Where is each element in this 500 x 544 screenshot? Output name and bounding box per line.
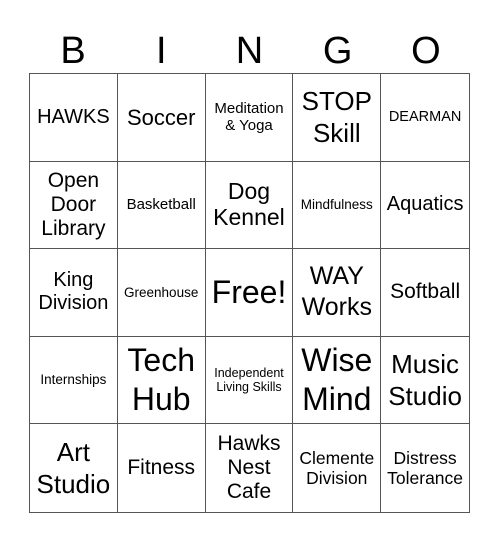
- free-space-cell[interactable]: Free!: [205, 249, 294, 337]
- bingo-cell[interactable]: Art Studio: [30, 424, 118, 512]
- header-letter-o: O: [411, 30, 441, 72]
- bingo-cell[interactable]: King Division: [30, 249, 118, 337]
- header-letter-b: B: [60, 30, 86, 72]
- bingo-cell[interactable]: Soccer: [117, 74, 206, 162]
- bingo-cell[interactable]: Hawks Nest Cafe: [206, 424, 294, 512]
- bingo-cell[interactable]: STOP Skill: [293, 74, 382, 162]
- bingo-card-grid: HAWKS Soccer Meditation & Yoga STOP Skil…: [29, 73, 470, 513]
- bingo-cell[interactable]: Tech Hub: [117, 336, 206, 425]
- bingo-cell[interactable]: Softball: [381, 249, 469, 337]
- bingo-cell[interactable]: Open Door Library: [30, 161, 118, 250]
- bingo-cell[interactable]: Greenhouse: [117, 249, 206, 337]
- bingo-cell[interactable]: WAY Works: [293, 249, 382, 337]
- bingo-cell[interactable]: HAWKS: [30, 74, 118, 162]
- bingo-header: B I N G O: [29, 28, 470, 74]
- header-letter-g: G: [322, 30, 353, 72]
- bingo-cell[interactable]: Basketball: [117, 161, 206, 250]
- bingo-cell[interactable]: DEARMAN: [381, 74, 469, 162]
- bingo-cell[interactable]: Wise Mind: [293, 336, 382, 425]
- bingo-cell[interactable]: Clemente Division: [293, 424, 382, 512]
- bingo-cell[interactable]: Independent Living Skills: [205, 336, 294, 425]
- bingo-cell[interactable]: Aquatics: [381, 162, 469, 250]
- bingo-cell[interactable]: Dog Kennel: [205, 161, 294, 250]
- header-letter-i: I: [156, 30, 167, 72]
- bingo-cell[interactable]: Fitness: [118, 424, 206, 512]
- bingo-cell[interactable]: Distress Tolerance: [381, 424, 469, 512]
- bingo-cell[interactable]: Internships: [30, 336, 118, 425]
- bingo-cell[interactable]: Music Studio: [381, 337, 469, 425]
- header-letter-n: N: [235, 30, 264, 72]
- bingo-cell[interactable]: Meditation & Yoga: [205, 74, 294, 162]
- bingo-cell[interactable]: Mindfulness: [293, 161, 382, 250]
